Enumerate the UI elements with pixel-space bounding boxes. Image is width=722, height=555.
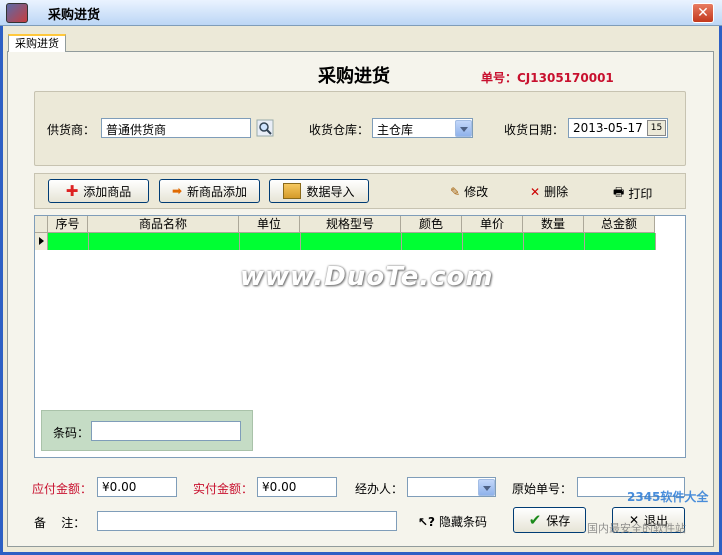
row-header-corner (35, 216, 48, 233)
grid-divider (300, 233, 301, 250)
grid-divider (584, 233, 585, 250)
hide-barcode-button[interactable]: ↖? 隐藏条码 (418, 513, 487, 530)
orig-no-label: 原始单号： (512, 482, 573, 496)
note-label: 备 注： (34, 516, 86, 530)
paid-label: 实付金额： (193, 482, 254, 496)
save-button[interactable]: ✔ 保存 (513, 507, 586, 533)
import-button[interactable]: 数据导入 (269, 179, 369, 203)
row-indicator[interactable] (35, 233, 48, 250)
grid-divider (523, 233, 524, 250)
search-icon[interactable] (256, 119, 274, 137)
date-label: 收货日期： (504, 123, 565, 137)
column-header[interactable]: 颜色 (401, 216, 462, 233)
grid-divider (88, 233, 89, 250)
add-product-label: 添加商品 (83, 184, 132, 199)
payable-label: 应付金额： (32, 482, 93, 496)
supplier-input[interactable]: 普通供货商 (101, 118, 251, 138)
column-header[interactable]: 序号 (48, 216, 88, 233)
import-label: 数据导入 (306, 184, 355, 199)
grid-divider (655, 233, 656, 250)
handler-label: 经办人： (355, 482, 404, 496)
delete-x-icon: ✕ (530, 184, 541, 199)
print-label: 打印 (628, 187, 653, 201)
plus-icon: ✚ (65, 182, 79, 200)
watermark-logo-sub: 国内最安全的软件站 (587, 522, 686, 535)
title-bar (0, 0, 722, 26)
tab-purchase[interactable]: 采购进货 (8, 34, 66, 52)
pencil-icon: ✎ (450, 184, 461, 199)
document-number: 单号：CJ1305170001 (481, 71, 614, 85)
column-header[interactable]: 单价 (462, 216, 523, 233)
date-value: 2013-05-17 (573, 121, 643, 135)
save-label: 保存 (546, 513, 571, 528)
edit-label: 修改 (464, 185, 489, 199)
edit-button[interactable]: ✎ 修改 (450, 183, 488, 200)
app-icon (6, 3, 28, 23)
print-button[interactable]: 🖶 打印 (613, 183, 652, 204)
barcode-label: 条码： (53, 426, 90, 440)
supplier-label: 供货商： (47, 123, 96, 137)
chevron-down-icon[interactable] (455, 120, 472, 137)
corner-watermark: 2345软件大全 国内最安全的软件站 (585, 482, 720, 535)
help-cursor-icon: ↖? (418, 514, 436, 529)
add-product-button[interactable]: ✚ 添加商品 (48, 179, 149, 203)
new-product-button[interactable]: ➡ 新商品添加 (159, 179, 260, 203)
delete-label: 删除 (544, 185, 569, 199)
paid-input[interactable]: ¥0.00 (257, 477, 337, 497)
watermark-logo-text: 2345软件大全 (627, 490, 709, 504)
grid-divider (401, 233, 402, 250)
chevron-down-icon[interactable] (478, 479, 495, 496)
arrow-right-icon: ➡ (171, 184, 183, 198)
grid-divider (239, 233, 240, 250)
printer-icon: 🖶 (613, 185, 625, 199)
check-icon: ✔ (528, 511, 542, 529)
delete-button[interactable]: ✕ 删除 (530, 183, 568, 200)
column-header[interactable]: 商品名称 (88, 216, 239, 233)
watermark: www.DuoTe.com (240, 262, 494, 292)
hide-barcode-label: 隐藏条码 (439, 515, 488, 529)
column-header[interactable]: 数量 (523, 216, 584, 233)
table-row[interactable] (48, 233, 655, 250)
column-header[interactable]: 单位 (239, 216, 300, 233)
close-button[interactable]: ✕ (692, 3, 714, 23)
barcode-input[interactable] (91, 421, 241, 441)
column-header[interactable]: 总金额 (584, 216, 655, 233)
warehouse-label: 收货仓库： (309, 123, 370, 137)
column-header[interactable]: 规格型号 (300, 216, 401, 233)
warehouse-value: 主仓库 (377, 123, 414, 137)
calendar-button[interactable]: 15 (647, 120, 666, 136)
payable-input[interactable]: ¥0.00 (97, 477, 177, 497)
note-input[interactable] (97, 511, 397, 531)
import-icon (283, 183, 302, 199)
page-title: 采购进货 (318, 66, 390, 87)
new-product-label: 新商品添加 (187, 184, 248, 199)
grid-divider (462, 233, 463, 250)
window-title: 采购进货 (48, 8, 101, 23)
